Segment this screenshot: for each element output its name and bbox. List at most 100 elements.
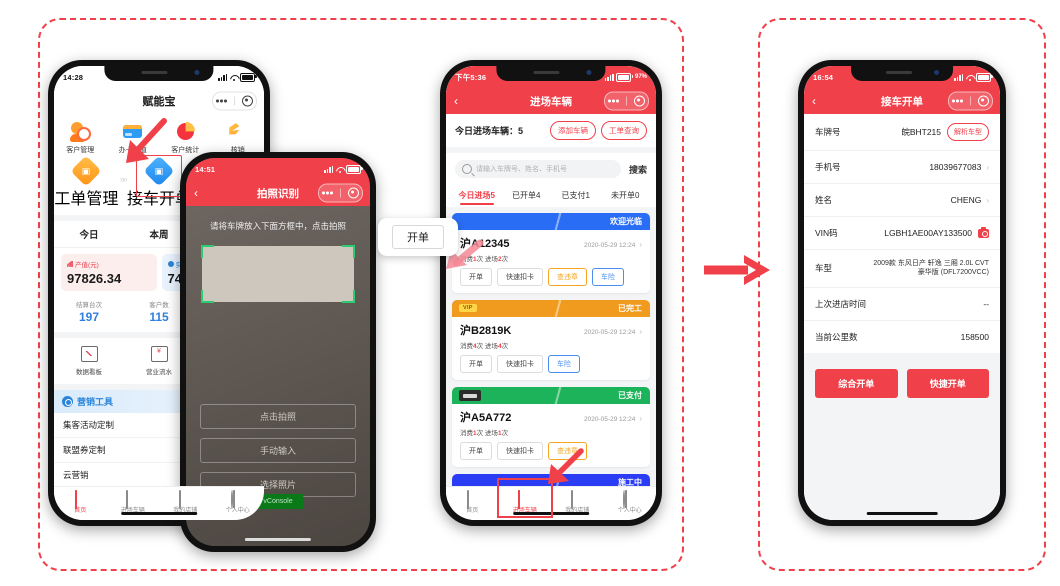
close-target-icon[interactable] <box>977 95 989 107</box>
field-value: -- <box>983 298 989 309</box>
field-value: 皖BHT215 <box>901 127 941 137</box>
status-time: 14:28 <box>63 72 84 82</box>
mini-program-capsule[interactable] <box>948 91 993 111</box>
tab-paid[interactable]: 已支付1 <box>551 185 601 205</box>
stat-settlement-count: 结算台次 197 <box>76 302 102 324</box>
page-title: 赋能宝 <box>142 96 176 108</box>
kpi-output-value: 产值(元) 97826.34 <box>61 254 157 291</box>
tab-profile[interactable]: 个人中心 <box>212 490 265 514</box>
more-icon[interactable] <box>952 99 963 103</box>
status-time: 16:54 <box>813 72 834 82</box>
take-photo-button[interactable]: 点击拍照 <box>200 404 356 429</box>
menu-item-work-order[interactable]: ▣ 工单管理 <box>54 155 119 211</box>
parse-model-button[interactable]: 解析车型 <box>947 123 989 141</box>
menu-label: 工单管理 <box>54 191 119 208</box>
card-button-insurance[interactable]: 车险 <box>592 268 624 286</box>
menu-item-customer-management[interactable]: 客户管理 <box>54 121 107 155</box>
card-meta: 消费4次 进场4次 <box>460 343 509 350</box>
phone4-screen: 16:54 ‹ 接车开单 车牌号 皖BHT215 解析车型 手机号 180396… <box>804 66 1000 520</box>
summary-label: 今日进场车辆：5 <box>455 126 524 136</box>
card-button-quick-deduct[interactable]: 快速扣卡 <box>497 355 543 373</box>
nav-bar: ‹ 接车开单 <box>804 88 1000 114</box>
back-icon[interactable]: ‹ <box>194 186 198 200</box>
page-title: 接车开单 <box>881 95 923 108</box>
field-current-mileage[interactable]: 当前公里数 158500 <box>804 321 1000 353</box>
card-button-check-violation[interactable]: 查违章 <box>548 268 587 286</box>
card-button-create-order[interactable]: 开单 <box>460 355 492 373</box>
marketing-icon <box>62 396 73 407</box>
segment-today[interactable]: 今日 <box>54 221 124 247</box>
field-vin-code[interactable]: VIN码 LGBH1AE00AY133500 <box>804 217 1000 250</box>
tab-today-entry[interactable]: 今日进场5 <box>452 185 502 205</box>
battery-icon <box>616 72 633 82</box>
chevron-right-icon[interactable]: › <box>639 414 642 423</box>
signal-icon <box>604 73 614 81</box>
add-vehicle-button[interactable]: 添加车辆 <box>550 121 596 140</box>
tab-shop[interactable]: 我的店铺 <box>551 490 604 514</box>
chevron-right-icon[interactable]: › <box>639 327 642 336</box>
card-button-insurance[interactable]: 车险 <box>548 355 580 373</box>
back-icon[interactable]: ‹ <box>812 94 816 108</box>
field-label: 姓名 <box>815 195 833 205</box>
search-button[interactable]: 搜索 <box>629 163 647 176</box>
kpi-label: 产值(元) <box>75 262 99 269</box>
card-button-quick-deduct[interactable]: 快速扣卡 <box>497 268 543 286</box>
order-form: 车牌号 皖BHT215 解析车型 手机号 18039677083 › 姓名 CH… <box>804 114 1000 353</box>
field-value: CHENG <box>950 195 982 205</box>
menu-label: 客户统计 <box>171 147 200 154</box>
menu-item-verify[interactable]: 核销 <box>212 121 265 155</box>
field-label: VIN码 <box>815 228 838 238</box>
tool-dashboard[interactable]: 数据看板 <box>54 346 124 376</box>
shop-icon <box>178 490 192 509</box>
search-icon <box>462 164 472 174</box>
comprehensive-order-button[interactable]: 综合开单 <box>815 368 898 398</box>
page-title-bar: 赋能宝 <box>54 88 264 114</box>
chevron-right-icon[interactable]: › <box>639 240 642 249</box>
mini-program-capsule[interactable] <box>318 183 363 203</box>
field-value: 158500 <box>960 331 989 342</box>
card-button-create-order[interactable]: 开单 <box>460 442 492 460</box>
close-target-icon[interactable] <box>241 95 253 107</box>
close-target-icon[interactable] <box>633 95 645 107</box>
quick-order-button[interactable]: 快捷开单 <box>906 368 989 398</box>
signal-icon <box>218 73 227 81</box>
back-icon[interactable]: ‹ <box>454 94 458 108</box>
callout-label: 开单 <box>392 225 444 249</box>
tab-home[interactable]: 首页 <box>54 490 107 514</box>
field-last-visit-time: 上次进店时间 -- <box>804 288 1000 321</box>
camera-icon[interactable] <box>978 226 989 238</box>
tab-home[interactable]: 首页 <box>446 490 499 514</box>
battery-icon <box>240 72 257 82</box>
chevron-right-icon: › <box>986 195 989 205</box>
tab-profile[interactable]: 个人中心 <box>604 490 657 514</box>
field-car-model[interactable]: 车型 2009款 东风日产 轩逸 三厢 2.0L CVT 豪华版 (DFL720… <box>804 250 1000 288</box>
more-icon[interactable] <box>608 99 619 103</box>
field-phone-number[interactable]: 手机号 18039677083 › <box>804 151 1000 184</box>
customer-stats-icon <box>175 121 196 142</box>
verify-icon <box>227 121 248 142</box>
tab-unordered[interactable]: 未开单0 <box>601 185 651 205</box>
status-time: 14:51 <box>195 164 216 174</box>
callout-create-order: 开单 <box>378 218 458 256</box>
table-row[interactable]: VIP 已完工 沪B2819K 2020-05-29 12:24 › 消费4次 … <box>452 300 650 380</box>
more-icon[interactable] <box>322 191 333 195</box>
field-plate-number[interactable]: 车牌号 皖BHT215 解析车型 <box>804 114 1000 151</box>
field-label: 车牌号 <box>815 127 841 137</box>
field-label: 当前公里数 <box>815 331 858 342</box>
mini-program-capsule[interactable] <box>212 91 257 111</box>
field-value: 2009款 东风日产 轩逸 三厢 2.0L CVT 豪华版 (DFL7200VC… <box>873 260 989 277</box>
work-order-query-button[interactable]: 工单查询 <box>601 121 647 140</box>
tab-shop[interactable]: 我的店铺 <box>159 490 212 514</box>
mini-program-capsule[interactable] <box>604 91 649 111</box>
search-input[interactable]: 请输入车牌号、姓名、手机号 <box>455 160 621 178</box>
signal-icon <box>324 165 333 173</box>
entry-date: 2020-05-29 12:24 <box>584 242 636 249</box>
menu-label: 客户管理 <box>66 147 95 154</box>
manual-input-button[interactable]: 手动输入 <box>200 438 356 463</box>
more-icon[interactable] <box>216 99 227 103</box>
tab-ordered[interactable]: 已开单4 <box>502 185 552 205</box>
page-title: 拍照识别 <box>257 187 299 200</box>
close-target-icon[interactable] <box>347 187 359 199</box>
tab-vehicles[interactable]: 进场车辆 <box>107 490 160 514</box>
field-name[interactable]: 姓名 CHENG › <box>804 184 1000 217</box>
